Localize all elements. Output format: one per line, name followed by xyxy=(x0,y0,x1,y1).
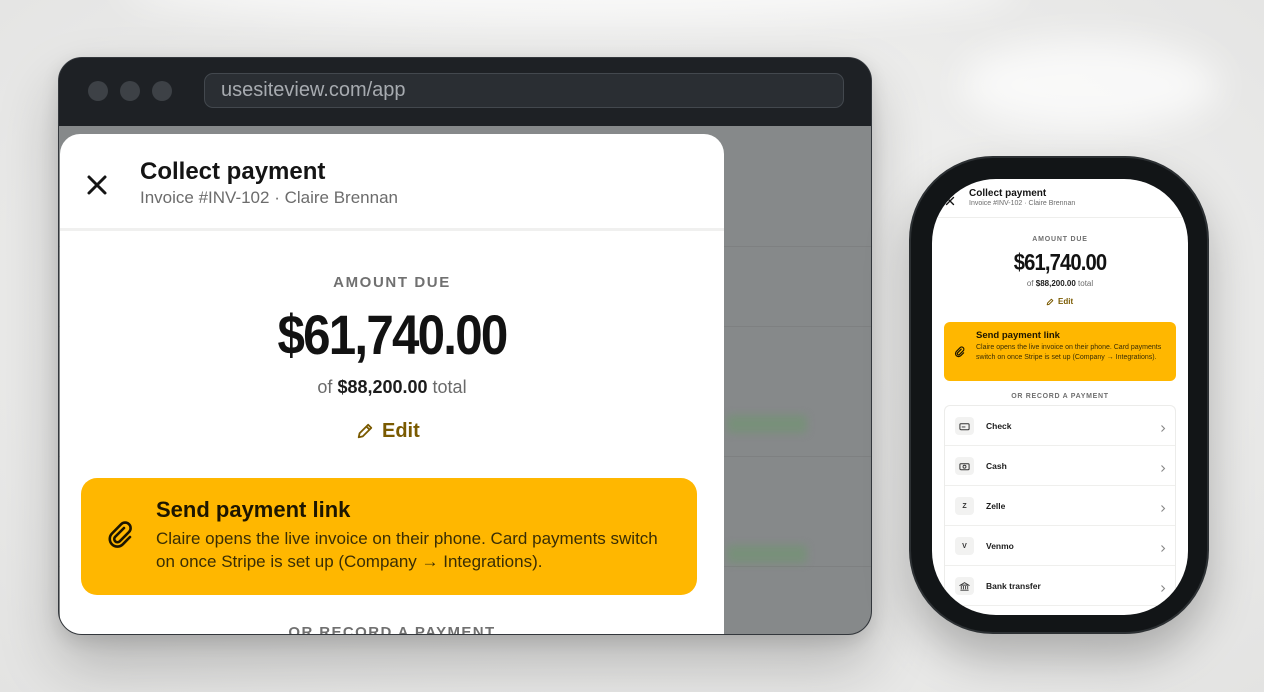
browser-window: usesiteview.com/app Collect payment Invo… xyxy=(58,57,872,635)
chevron-right-icon xyxy=(1160,500,1166,512)
amount-total: of $88,200.00 total xyxy=(932,279,1188,288)
venmo-icon: V xyxy=(955,537,974,555)
invoice-subtitle: Invoice #INV-102 · Claire Brennan xyxy=(140,188,398,207)
payment-method-label: Zelle xyxy=(986,501,1006,511)
payment-method-venmo[interactable]: V Venmo xyxy=(945,526,1175,566)
window-close-dot[interactable] xyxy=(88,81,108,101)
or-record-payment-label: OR RECORD A PAYMENT xyxy=(288,624,496,635)
close-icon[interactable] xyxy=(84,172,110,198)
total-amount: $88,200.00 xyxy=(337,377,428,397)
amount-due-label: AMOUNT DUE xyxy=(333,274,451,291)
amount-due-value: $61,740.00 xyxy=(1013,249,1107,275)
payment-method-bank-transfer[interactable]: Bank transfer xyxy=(945,566,1175,606)
url-bar[interactable]: usesiteview.com/app xyxy=(204,73,844,108)
total-suffix: total xyxy=(1078,279,1094,288)
payment-method-label: Bank transfer xyxy=(986,581,1041,591)
payment-method-zelle[interactable]: Z Zelle xyxy=(945,486,1175,526)
total-suffix: total xyxy=(432,377,467,397)
send-payment-link-button[interactable]: Send payment link Claire opens the live … xyxy=(944,322,1176,381)
total-prefix: of xyxy=(1026,279,1034,288)
total-amount: $88,200.00 xyxy=(1035,279,1076,288)
payment-link-description: Claire opens the live invoice on their p… xyxy=(156,529,658,571)
background-blurred-date xyxy=(727,545,807,563)
payment-method-label: Venmo xyxy=(986,541,1014,551)
edit-label: Edit xyxy=(382,419,420,442)
edit-amount-button[interactable]: Edit xyxy=(1046,297,1073,306)
edit-label: Edit xyxy=(1058,297,1074,306)
chevron-right-icon xyxy=(1160,580,1166,592)
paperclip-icon xyxy=(106,520,136,550)
amount-due-value: $61,740.00 xyxy=(277,303,508,366)
chevron-right-icon xyxy=(1160,540,1166,552)
cash-icon xyxy=(955,457,974,475)
amount-due-label: AMOUNT DUE xyxy=(1032,236,1088,243)
paperclip-icon xyxy=(954,345,966,358)
payment-method-list: Check Cash Z Zelle V Venmo Bank transfer xyxy=(944,405,1176,606)
send-payment-link-button[interactable]: Send payment link Claire opens the live … xyxy=(81,478,697,595)
pencil-icon xyxy=(1046,298,1054,305)
total-prefix: of xyxy=(317,377,333,397)
header-divider xyxy=(932,217,1188,218)
sheet-header: Collect payment Invoice #INV-102 · Clair… xyxy=(60,134,724,231)
zelle-icon: Z xyxy=(955,497,974,515)
payment-link-title: Send payment link xyxy=(156,497,351,522)
payment-method-cash[interactable]: Cash xyxy=(945,446,1175,486)
payment-method-check[interactable]: Check xyxy=(945,406,1175,446)
edit-amount-button[interactable]: Edit xyxy=(356,418,420,444)
window-maximize-dot[interactable] xyxy=(152,81,172,101)
background-blurred-date xyxy=(727,415,807,433)
collect-payment-sheet: Collect payment Invoice #INV-102 · Clair… xyxy=(60,134,724,635)
payment-link-title: Send payment link xyxy=(976,330,1060,341)
payment-method-label: Cash xyxy=(986,461,1007,471)
page-title: Collect payment xyxy=(140,158,326,185)
chevron-right-icon xyxy=(1160,420,1166,432)
pencil-icon xyxy=(357,423,373,439)
chevron-right-icon xyxy=(1160,460,1166,472)
or-record-payment-label: OR RECORD A PAYMENT xyxy=(1011,393,1109,400)
browser-titlebar: usesiteview.com/app xyxy=(59,58,871,126)
mobile-frame: Collect payment Invoice #INV-102 · Clair… xyxy=(909,156,1209,634)
browser-viewport: Collect payment Invoice #INV-102 · Clair… xyxy=(59,126,871,635)
page-title: Collect payment xyxy=(969,188,1047,199)
payment-link-description: Claire opens the live invoice on their p… xyxy=(976,344,1162,361)
bank-icon xyxy=(955,577,974,595)
close-icon[interactable] xyxy=(945,193,955,206)
check-icon xyxy=(955,417,974,435)
payment-method-label: Check xyxy=(986,421,1012,431)
mobile-screen: Collect payment Invoice #INV-102 · Clair… xyxy=(932,179,1188,615)
window-minimize-dot[interactable] xyxy=(120,81,140,101)
invoice-subtitle: Invoice #INV-102 · Claire Brennan xyxy=(969,200,1076,207)
amount-total: of $88,200.00 total xyxy=(60,377,724,398)
